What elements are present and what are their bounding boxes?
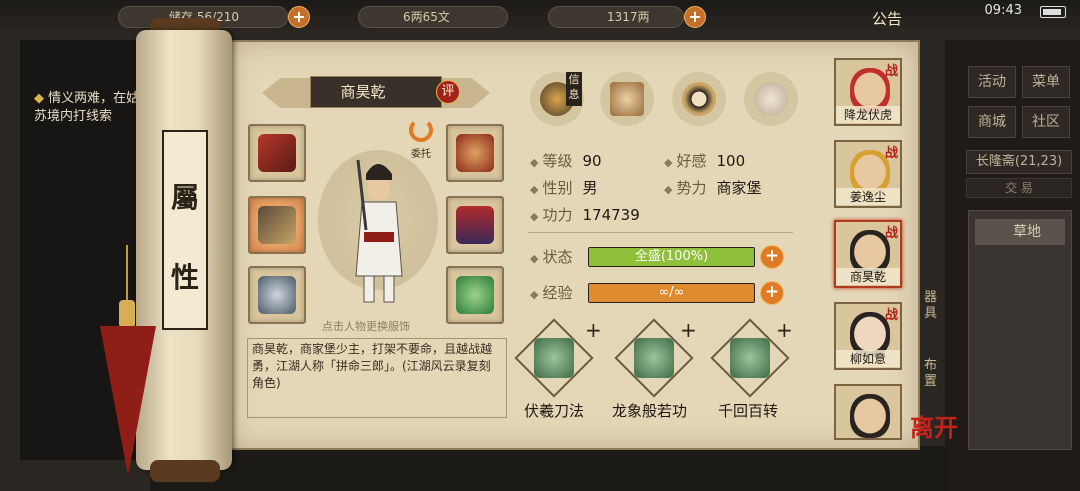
equip-slot-bracer[interactable] xyxy=(248,124,306,182)
silver-add-button[interactable]: + xyxy=(684,6,706,28)
storage-add-button[interactable]: + xyxy=(288,6,310,28)
experience-bar-text: ∞/∞ xyxy=(658,285,685,300)
helmet-icon xyxy=(456,134,494,172)
change-outfit-hint: 点击人物更换服饰 xyxy=(322,320,410,333)
stat-diamond-icon: ◆ xyxy=(530,210,539,223)
skill-3-plus[interactable]: + xyxy=(776,318,793,342)
avatar xyxy=(850,394,890,438)
menu-button[interactable]: 菜单 xyxy=(1022,66,1070,98)
tab-scroll[interactable] xyxy=(600,72,654,126)
bagua-icon xyxy=(682,82,716,116)
level-stat: ◆ 等级 90 xyxy=(530,152,602,170)
skill-3-name: 千回百转 xyxy=(718,402,779,420)
roster-name: 降龙伏虎 xyxy=(836,106,900,123)
skill-scroll-icon xyxy=(634,338,674,378)
equip-slot-weapon[interactable] xyxy=(248,196,306,254)
tab-meridian[interactable] xyxy=(744,72,798,126)
bottom-toolbar xyxy=(150,446,950,491)
equip-side-label[interactable]: 器具 xyxy=(924,290,940,322)
status-add-button[interactable]: + xyxy=(760,245,784,269)
location-label[interactable]: 长隆斋(21,23) xyxy=(966,150,1072,174)
armor-icon xyxy=(456,206,494,244)
experience-add-button[interactable]: + xyxy=(760,281,784,305)
scroll-bottom-cap xyxy=(150,460,220,482)
battle-tag: 战 xyxy=(884,226,898,241)
tab-bagua[interactable] xyxy=(672,72,726,126)
roster-card[interactable]: 战 商昊乾 xyxy=(834,220,902,288)
quest-diamond-icon: ◆ xyxy=(34,91,49,106)
character-figure-icon xyxy=(355,159,403,303)
quest-text[interactable]: ◆ 情义两难，在姑苏境内打线索 xyxy=(20,40,150,126)
roster-card[interactable]: 战 降龙伏虎 xyxy=(834,58,902,126)
status-clock: 09:43 xyxy=(984,3,1022,18)
pouch-icon xyxy=(456,276,494,314)
activity-button[interactable]: 活动 xyxy=(968,66,1016,98)
battle-tag: 战 xyxy=(884,308,898,323)
battle-tag: 战 xyxy=(884,64,898,79)
experience-label: ◆ 经验 xyxy=(530,284,573,302)
tassel-knot xyxy=(119,300,135,328)
experience-bar: ∞/∞ xyxy=(588,283,755,303)
equip-slot-helmet[interactable] xyxy=(446,124,504,182)
equip-slot-armor[interactable] xyxy=(446,196,504,254)
equip-slot-accessory[interactable] xyxy=(446,266,504,324)
tassel-icon xyxy=(100,326,156,476)
stat-diamond-icon: ◆ xyxy=(530,156,539,169)
favor-stat: ◆ 好感 100 xyxy=(664,152,746,170)
skill-2-name: 龙象般若功 xyxy=(612,402,688,420)
stat-diamond-icon: ◆ xyxy=(530,252,539,265)
status-bar: 全盛(100%) xyxy=(588,247,755,267)
roster-name: 柳如意 xyxy=(836,350,900,367)
skill-1-name: 伏羲刀法 xyxy=(524,402,585,420)
character-description: 商昊乾，商家堡少主，打架不要命，且越战越勇，江湖人称「拼命三郎」。(江湖风云录复… xyxy=(247,338,507,418)
skill-2-plus[interactable]: + xyxy=(680,318,697,342)
roster-name: 商昊乾 xyxy=(836,268,900,285)
entrust-icon xyxy=(409,118,433,142)
skill-scroll-icon xyxy=(730,338,770,378)
roster-card[interactable]: 战 柳如意 xyxy=(834,302,902,370)
roster-name: 姜逸尘 xyxy=(836,188,900,205)
stat-diamond-icon: ◆ xyxy=(664,183,673,196)
roster-card[interactable] xyxy=(834,384,902,440)
gender-stat: ◆ 性别男 xyxy=(530,179,598,197)
stat-diamond-icon: ◆ xyxy=(530,288,539,301)
roster-card[interactable]: 战 姜逸尘 xyxy=(834,140,902,208)
terrain-panel: 草地 xyxy=(968,210,1072,450)
status-bar-text: 全盛(100%) xyxy=(634,249,709,264)
community-button[interactable]: 社区 xyxy=(1022,106,1070,138)
character-portrait[interactable] xyxy=(318,150,438,303)
attribute-tab[interactable]: 屬 性 xyxy=(162,130,208,330)
announcement-button[interactable]: 公告 xyxy=(872,8,902,29)
battery-icon xyxy=(1040,6,1066,18)
tassel-cord xyxy=(126,245,128,305)
chain-icon xyxy=(258,276,296,314)
layout-side-label[interactable]: 布置 xyxy=(924,358,940,390)
power-stat: ◆ 功力 174739 xyxy=(530,206,640,224)
status-label: ◆ 状态 xyxy=(530,248,573,266)
silver-counter: 1317两 xyxy=(548,6,684,28)
attribute-tab-char2: 性 xyxy=(170,261,199,294)
trade-button[interactable]: 交 易 xyxy=(966,178,1072,198)
skill-1-plus[interactable]: + xyxy=(585,318,602,342)
character-name: 商昊乾 xyxy=(310,76,442,108)
bracer-icon xyxy=(258,134,296,172)
battle-tag: 战 xyxy=(884,146,898,161)
info-tab-label: 信息 xyxy=(566,72,582,106)
stat-diamond-icon: ◆ xyxy=(530,183,539,196)
meridian-figure-icon xyxy=(754,82,788,116)
scroll-icon xyxy=(610,82,644,116)
copper-counter: 6两65文 xyxy=(358,6,508,28)
stats-divider xyxy=(528,232,793,233)
skill-scroll-icon xyxy=(534,338,574,378)
stat-diamond-icon: ◆ xyxy=(664,156,673,169)
attribute-tab-char1: 屬 xyxy=(170,181,199,214)
dagger-icon xyxy=(258,206,296,244)
leave-button[interactable]: 离开 xyxy=(910,408,958,443)
terrain-label: 草地 xyxy=(975,219,1065,245)
shop-button[interactable]: 商城 xyxy=(968,106,1016,138)
equip-slot-chain[interactable] xyxy=(248,266,306,324)
faction-stat: ◆ 势力 商家堡 xyxy=(664,179,762,197)
rate-button[interactable]: 评 xyxy=(436,80,460,104)
